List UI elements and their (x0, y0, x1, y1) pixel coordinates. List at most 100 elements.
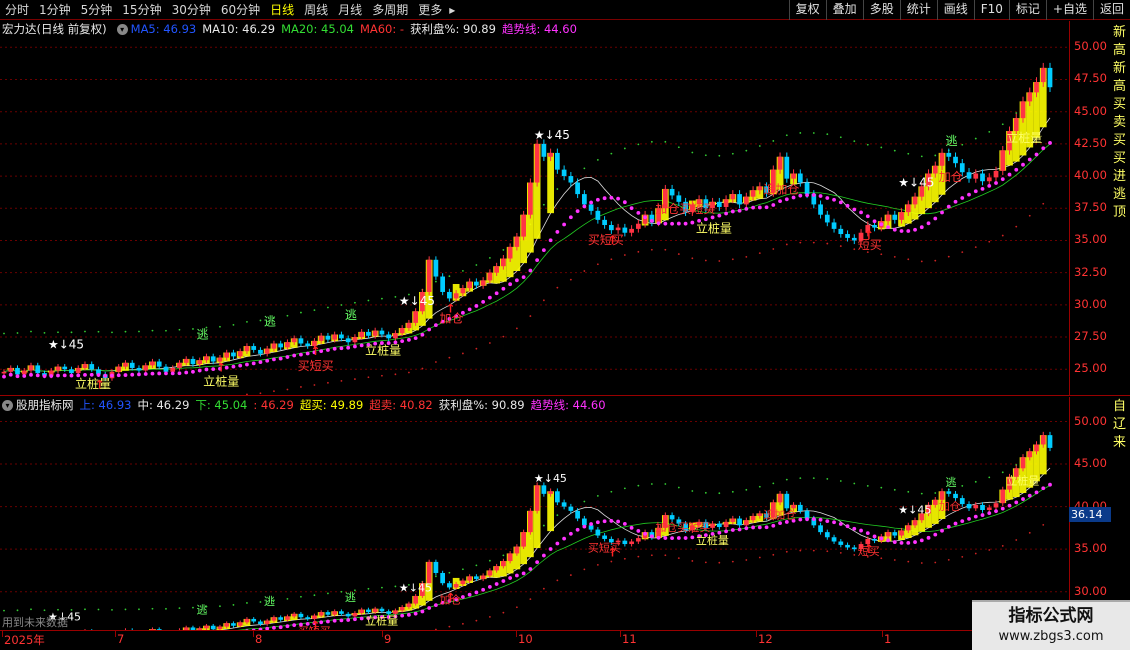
trend-line-dot (811, 193, 816, 197)
candle-body (82, 364, 88, 368)
candle-body (710, 523, 715, 528)
candle-body (129, 362, 135, 368)
trend-line-dot (636, 210, 641, 215)
trend-line-dot (899, 229, 904, 233)
lower-band-dot (745, 559, 748, 561)
toolbar-button-0[interactable]: 复权 (788, 0, 826, 20)
upper-band-dot (219, 605, 221, 608)
period-tab-2[interactable]: 5分钟 (76, 0, 118, 20)
toolbar-button-1[interactable]: 叠加 (825, 0, 863, 20)
trend-line-dot (433, 603, 438, 608)
signal-annotation: 买短买 (588, 233, 624, 247)
period-tab-3[interactable]: 15分钟 (117, 0, 166, 20)
main-side-text: 新高新高买卖买买进逃顶 (1113, 25, 1127, 220)
date-label: 1 (884, 632, 892, 646)
candle-body (224, 623, 230, 627)
upper-band-dot (16, 609, 19, 612)
trend-line-dot (427, 327, 432, 332)
trend-line-dot (332, 346, 337, 351)
toolbar-button-4[interactable]: 画线 (936, 0, 974, 20)
period-tab-4[interactable]: 30分钟 (167, 0, 216, 20)
main-candlestick-chart[interactable]: ★↓45立桩量逃立桩量逃买短买逃立桩量★↓45加仓★↓45买短买加仓买短买立桩量… (0, 37, 1069, 395)
candle-body (939, 152, 945, 166)
upper-band-dot (327, 592, 329, 595)
trend-line-dot (265, 358, 270, 363)
lower-band-dot (300, 386, 302, 388)
lower-band-dot (583, 568, 586, 571)
trend-line-dot (353, 344, 357, 349)
candle-body (548, 152, 553, 157)
trend-line-dot (487, 295, 492, 300)
period-tab-7[interactable]: 周线 (299, 0, 333, 20)
candle-body (1000, 150, 1006, 171)
lower-band-dot (596, 263, 599, 266)
period-tab-10[interactable]: 更多 (413, 0, 447, 20)
toolbar-button-7[interactable]: +自选 (1045, 0, 1093, 20)
trend-line-dot (494, 291, 499, 296)
date-tick (253, 631, 254, 637)
candle-body (892, 214, 898, 220)
signal-annotation: 立桩量 (696, 220, 732, 235)
candle-body (379, 330, 385, 335)
candle-body (581, 194, 587, 205)
candle-body (838, 541, 844, 545)
more-arrow-icon[interactable]: ▸ (447, 0, 457, 20)
trend-line-dot (643, 531, 647, 536)
candle-body (757, 186, 763, 191)
upper-band-dot (151, 607, 154, 610)
lower-band-dot (826, 550, 829, 553)
period-tab-0[interactable]: 分时 (0, 0, 34, 20)
trend-line-dot (906, 541, 911, 545)
candle-body (318, 335, 324, 341)
period-tab-6[interactable]: 日线 (265, 0, 299, 20)
lower-band-dot (502, 611, 505, 614)
toolbar-button-5[interactable]: F10 (973, 0, 1009, 20)
lower-band-dot (1042, 524, 1045, 526)
trend-line-dot (56, 373, 60, 378)
sub-indicator-settings-icon[interactable]: ▾ (2, 399, 13, 411)
lower-band-dot (448, 625, 451, 628)
period-tab-9[interactable]: 多周期 (367, 0, 413, 20)
candle-body (487, 272, 493, 281)
candle-body (507, 246, 513, 259)
toolbar-button-3[interactable]: 统计 (899, 0, 937, 20)
signal-annotation: 逃 (946, 476, 957, 489)
trend-line-dot (1014, 167, 1019, 172)
upper-band-dot (30, 330, 32, 333)
period-tab-8[interactable]: 月线 (333, 0, 367, 20)
axis-tick-label: 25.00 (1074, 361, 1107, 376)
trend-line-dot (197, 368, 202, 373)
toolbar-button-8[interactable]: 返回 (1092, 0, 1130, 20)
trend-line-dot (474, 590, 479, 595)
toolbar-button-6[interactable]: 标记 (1008, 0, 1046, 20)
trend-line-dot (946, 524, 951, 529)
trend-line-dot (589, 200, 594, 205)
trend-line-dot (400, 613, 405, 618)
indicator-settings-icon[interactable]: ▾ (116, 23, 128, 35)
toolbar-button-2[interactable]: 多股 (862, 0, 900, 20)
trend-line-dot (845, 524, 850, 529)
candle-body (851, 237, 857, 241)
trend-line-dot (413, 611, 418, 616)
upper-band-dot (542, 203, 545, 206)
sub-indicator-chart[interactable]: ★↓45立桩量逃立桩量逃买短买逃立桩量★↓45加仓★↓45买短买加仓买短买立桩量… (0, 413, 1069, 630)
date-tick (382, 631, 383, 637)
trend-line-dot (940, 210, 944, 215)
trend-line-dot (346, 345, 351, 350)
candle-body (210, 356, 216, 362)
candle-body (669, 515, 675, 520)
candle-body (1020, 457, 1026, 469)
trend-line-dot (170, 371, 175, 376)
period-tab-1[interactable]: 1分钟 (34, 0, 76, 20)
candle-body (258, 621, 263, 625)
upper-band-dot (124, 608, 127, 611)
ma5-value: MA5: 46.93 (130, 22, 197, 36)
trend-line-dot (852, 207, 857, 212)
trend-line-dot (676, 221, 681, 226)
period-tab-5[interactable]: 60分钟 (216, 0, 265, 20)
lower-band-dot (475, 619, 478, 622)
candle-body (534, 143, 540, 183)
trend-line-dot (690, 535, 695, 540)
candle-body (730, 194, 736, 200)
trend-line-dot (562, 536, 567, 541)
